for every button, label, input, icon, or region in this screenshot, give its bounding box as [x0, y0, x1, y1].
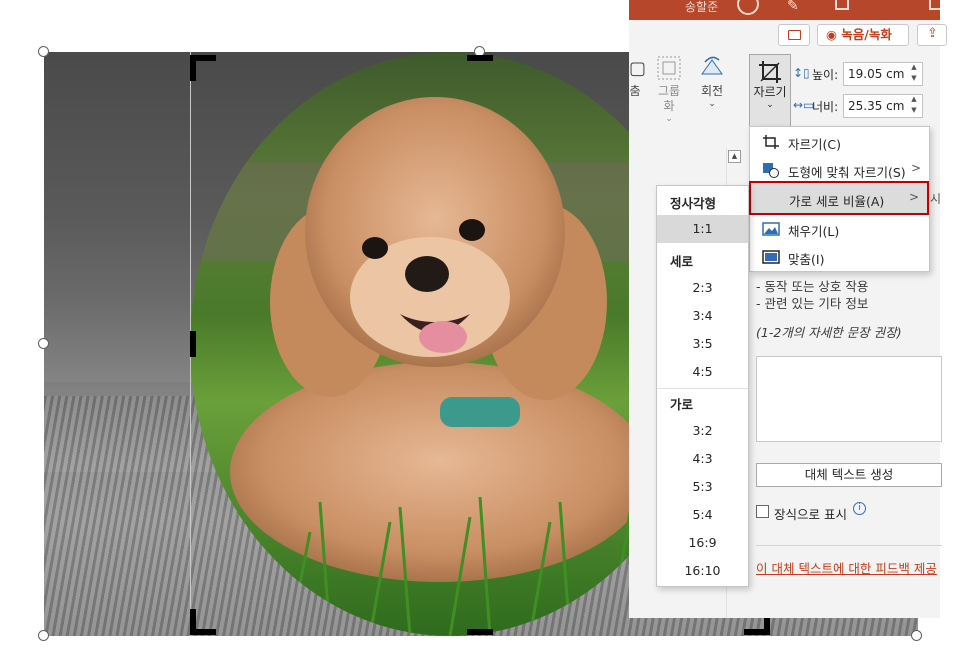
ribbon-display-icon[interactable]	[835, 0, 849, 10]
restore-icon[interactable]	[929, 0, 940, 10]
pane-divider	[756, 545, 942, 546]
bring-forward-button[interactable]: ▢ 춤	[629, 54, 647, 99]
rotate-button[interactable]: 회전 ⌄	[693, 54, 731, 109]
menu-item-aspect-ratio[interactable]: 가로 세로 비율(A) >	[749, 181, 929, 215]
record-label: 녹음/녹화	[841, 27, 892, 42]
group-chevron: ⌄	[665, 114, 673, 124]
rotate-label: 회전	[700, 84, 724, 98]
decorative-label: 장식으로 표시	[774, 507, 847, 522]
menu-item-label: 가로 세로 비율(A)	[789, 194, 885, 209]
height-row: ↕▯ 높이: 19.05 cm ▲ ▼	[793, 62, 940, 86]
rotate-chevron: ⌄	[708, 99, 716, 109]
alt-text-bullet-2: - 관련 있는 기타 정보	[756, 296, 869, 311]
ratio-item-4-5[interactable]: 4:5	[657, 358, 748, 386]
ratio-item-5-4[interactable]: 5:4	[657, 501, 748, 529]
resize-handle-bottom-right[interactable]	[911, 630, 922, 641]
rotate-icon	[701, 56, 723, 75]
width-spinner[interactable]: ▲ ▼	[905, 94, 923, 118]
crop-chevron: ⌄	[766, 100, 774, 110]
bring-forward-label: 춤	[629, 84, 641, 98]
crop-handle-top[interactable]	[467, 55, 493, 61]
ratio-item-3-2[interactable]: 3:2	[657, 417, 748, 445]
record-icon: ◉	[826, 27, 837, 42]
group-header-portrait: 세로	[670, 254, 694, 269]
generate-alt-text-button[interactable]: 대체 텍스트 생성	[756, 463, 942, 487]
crop-dropdown-menu: 자르기(C) 도형에 맞춰 자르기(S) > 가로 세로 비율(A) > 채우기…	[749, 126, 930, 272]
height-spinner[interactable]: ▲ ▼	[905, 62, 923, 86]
bring-forward-icon: ▢	[629, 58, 647, 79]
height-icon: ↕▯	[793, 66, 810, 80]
decorative-checkbox[interactable]	[756, 505, 769, 518]
ratio-item-16-10[interactable]: 16:10	[657, 557, 748, 585]
ratio-item-4-3[interactable]: 4:3	[657, 445, 748, 473]
crop-handle-bottom[interactable]	[467, 629, 493, 635]
ratio-item-1-1[interactable]: 1:1	[657, 215, 748, 243]
menu-item-fit[interactable]: 맞춤(I)	[750, 243, 929, 271]
scroll-up-icon[interactable]: ▲	[728, 150, 741, 163]
ratio-item-3-5[interactable]: 3:5	[657, 330, 748, 358]
ratio-item-16-9[interactable]: 16:9	[657, 529, 748, 557]
record-button[interactable]: ◉ 녹음/녹화	[817, 24, 909, 46]
group-button[interactable]: 그룹화 ⌄	[651, 54, 687, 124]
menu-item-label: 채우기(L)	[788, 224, 840, 239]
aspect-ratio-submenu: 정사각형 1:1 세로 2:3 3:4 3:5 4:5 가로 3:2 4:3 5…	[656, 185, 749, 587]
menu-item-label: 맞춤(I)	[788, 252, 825, 267]
alt-text-hint: (1-2개의 자세한 문장 권장)	[756, 325, 902, 340]
feedback-link[interactable]: 이 대체 텍스트에 대한 피드백 제공	[756, 558, 937, 577]
ratio-item-5-3[interactable]: 5:3	[657, 473, 748, 501]
ratio-item-2-3[interactable]: 2:3	[657, 274, 748, 302]
height-label: 높이:	[812, 68, 839, 82]
resize-handle-left[interactable]	[38, 338, 49, 349]
crop-label: 자르기	[753, 85, 787, 99]
group-label: 그룹화	[657, 84, 681, 113]
crop-to-shape-icon	[763, 163, 779, 178]
fill-icon	[762, 222, 780, 236]
comment-button[interactable]	[778, 24, 810, 46]
group-icon	[657, 56, 681, 80]
pane-cut-text: 시	[930, 192, 942, 206]
crop-handle-top-left[interactable]	[190, 55, 216, 81]
menu-item-crop-to-shape[interactable]: 도형에 맞춰 자르기(S) >	[750, 156, 929, 184]
share-button[interactable]	[917, 24, 947, 46]
resize-handle-top-left[interactable]	[38, 46, 49, 57]
ribbon-action-row: ◉ 녹음/녹화	[629, 20, 947, 52]
menu-item-crop[interactable]: 자르기(C)	[750, 128, 929, 156]
crop-icon	[759, 61, 781, 83]
menu-item-label: 도형에 맞춰 자르기(S)	[788, 165, 906, 180]
ratio-item-3-4[interactable]: 3:4	[657, 302, 748, 330]
width-icon: ↔▭	[793, 98, 815, 112]
width-row: ↔▭ 너비: 25.35 cm ▲ ▼	[793, 94, 940, 118]
crop-handle-left[interactable]	[190, 331, 196, 357]
title-bar: 송할준 ✎	[629, 0, 940, 20]
ratio-separator	[657, 388, 748, 389]
group-header-landscape: 가로	[670, 397, 694, 412]
submenu-arrow-icon: >	[908, 190, 919, 204]
resize-handle-bottom-left[interactable]	[38, 630, 49, 641]
user-name: 송할준	[685, 0, 719, 14]
info-icon[interactable]: i	[853, 502, 866, 515]
menu-item-label: 자르기(C)	[788, 137, 841, 152]
alt-text-input[interactable]	[756, 356, 942, 442]
avatar[interactable]	[737, 0, 759, 15]
pen-icon[interactable]: ✎	[787, 0, 799, 14]
crop-icon	[763, 135, 779, 149]
menu-item-fill[interactable]: 채우기(L)	[750, 215, 929, 243]
group-header-square: 정사각형	[670, 196, 717, 211]
crop-button[interactable]: 자르기 ⌄	[749, 54, 791, 128]
crop-handle-bottom-left[interactable]	[190, 609, 216, 635]
width-label: 너비:	[812, 100, 839, 114]
submenu-arrow-icon: >	[910, 161, 921, 175]
fit-icon	[762, 250, 780, 264]
